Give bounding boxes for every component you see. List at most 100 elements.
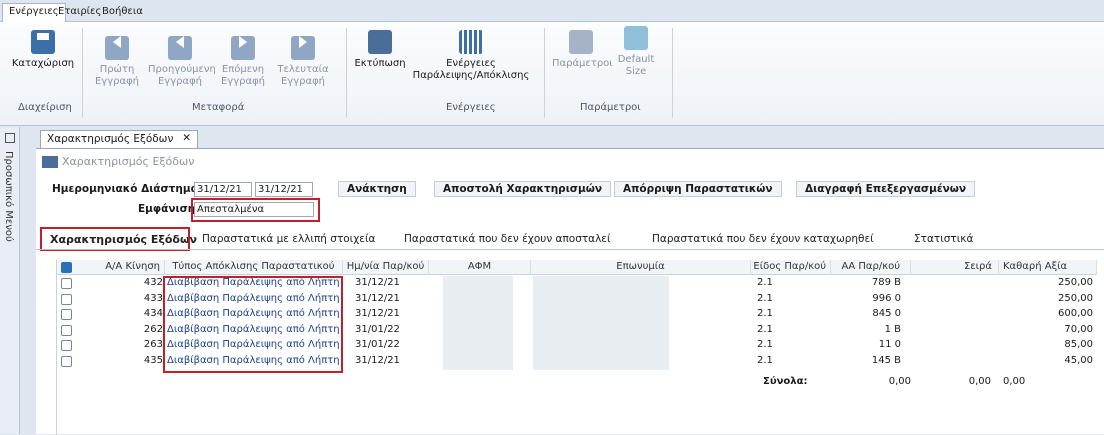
- last-label-1: Τελευταία: [277, 64, 329, 75]
- table-cell: 31/12/21: [355, 277, 400, 288]
- params-label: Παράμετροι: [552, 58, 613, 69]
- table-cell: 2.1: [757, 323, 773, 335]
- totals-label: Σύνολα:: [763, 376, 808, 387]
- grid-icon: [459, 30, 483, 54]
- redacted-vat-column: [443, 276, 513, 370]
- table-cell: 435: [143, 354, 163, 366]
- tab-incomplete-documents[interactable]: Παραστατικά με ελλιπή στοιχεία: [196, 231, 381, 249]
- delete-processed-button[interactable]: Διαγραφή Επεξεργασμένων: [796, 181, 976, 197]
- default-size-label-2: Size: [625, 66, 647, 77]
- group-label-transfer: Μεταφορά: [192, 102, 245, 113]
- close-icon[interactable]: ✕: [182, 132, 191, 144]
- print-label: Εκτύπωση: [354, 58, 406, 69]
- ribbon-tab-help[interactable]: Βοήθεια: [96, 4, 149, 22]
- table-cell: 31/12/21: [355, 354, 400, 366]
- table-cell: 85,00: [1064, 339, 1093, 350]
- main-panel: Χαρακτηρισμός Εξόδων Ημερομηνιακό Διάστη…: [36, 148, 1104, 435]
- previous-icon: [168, 36, 192, 60]
- next-record-button[interactable]: Επόμενη Εγγραφή: [218, 30, 268, 88]
- next-label-2: Εγγραφή: [220, 76, 266, 87]
- first-icon: [105, 36, 129, 60]
- table-cell: 433: [143, 292, 163, 304]
- date-to-input[interactable]: 31/12/21: [255, 182, 313, 197]
- form-title-text: Χαρακτηρισμός Εξόδων: [62, 155, 195, 168]
- tab-not-registered[interactable]: Παραστατικά που δεν έχουν καταχωρηθεί: [646, 231, 880, 249]
- group-label-params: Παράμετροι: [580, 102, 641, 113]
- view-label: Εμφάνιση: [138, 203, 196, 215]
- row-checkbox[interactable]: [61, 309, 72, 320]
- totals-value: 0,00: [968, 376, 991, 387]
- col-header-vat[interactable]: ΑΦΜ: [429, 260, 531, 275]
- totals-value: 0,00: [888, 376, 911, 387]
- col-header-net-value[interactable]: Καθαρή Αξία: [999, 260, 1097, 275]
- reject-documents-button[interactable]: Απόρριψη Παραστατικών: [614, 181, 782, 197]
- prev-label-1: Προηγούμενη: [148, 64, 216, 75]
- row-checkbox[interactable]: [61, 293, 72, 305]
- table-cell: 2.1: [757, 292, 773, 304]
- col-header-doc-date[interactable]: Ημ/νία Παρ/κού: [343, 260, 429, 275]
- table-cell: 434: [143, 308, 163, 319]
- parameters-icon: [569, 30, 593, 54]
- highlight-box: [191, 198, 320, 222]
- document-tab[interactable]: Χαρακτηρισμός Εξόδων ✕: [40, 130, 198, 148]
- row-checkbox[interactable]: [61, 340, 72, 351]
- default-size-button[interactable]: Default Size: [614, 26, 658, 78]
- save-button[interactable]: Καταχώριση: [8, 30, 78, 70]
- table-cell: 250,00: [1058, 292, 1093, 304]
- print-button[interactable]: Εκτύπωση: [352, 30, 408, 70]
- col-header-name[interactable]: Επωνυμία: [531, 260, 751, 275]
- last-icon: [291, 36, 315, 60]
- omission-actions-button[interactable]: Ενέργειες Παράλειψης/Απόκλισης: [412, 30, 530, 82]
- group-label-actions: Ενέργειες: [446, 102, 496, 113]
- highlight-box: [40, 227, 190, 251]
- tab-not-sent[interactable]: Παραστατικά που δεν έχουν αποσταλεί: [398, 231, 617, 249]
- pin-icon[interactable]: [5, 133, 15, 143]
- table-cell: 845 0: [872, 308, 901, 319]
- table-cell: 11 0: [878, 339, 901, 350]
- printer-icon: [368, 30, 392, 54]
- group-label-manage: Διαχείριση: [18, 102, 72, 113]
- date-from-input[interactable]: 31/12/21: [194, 182, 252, 197]
- table-cell: 263: [143, 339, 163, 350]
- save-icon: [31, 30, 55, 54]
- table-cell: 1 B: [884, 323, 901, 335]
- ribbon: Καταχώριση Διαχείριση Πρώτη Εγγραφή Προη…: [0, 22, 1104, 126]
- document-tab-label: Χαρακτηρισμός Εξόδων: [47, 133, 174, 145]
- table-cell: 70,00: [1064, 323, 1093, 335]
- table-cell: 2.1: [757, 277, 773, 288]
- select-all-checkbox[interactable]: [61, 262, 72, 273]
- expenses-grid: Α/Α Κίνηση Τύπος Απόκλισης Παραστατικού …: [56, 260, 1097, 435]
- last-record-button[interactable]: Τελευταία Εγγραφή: [274, 30, 332, 88]
- col-header-movement[interactable]: Α/Α Κίνηση: [79, 260, 165, 275]
- first-record-button[interactable]: Πρώτη Εγγραφή: [92, 30, 142, 88]
- resize-icon: [624, 26, 648, 50]
- default-size-label-1: Default: [617, 54, 655, 65]
- col-header-doc-number[interactable]: ΑΑ Παρ/κού: [831, 260, 911, 275]
- table-cell: 31/01/22: [355, 339, 400, 350]
- col-header-doc-type[interactable]: Είδος Παρ/κού: [751, 260, 831, 275]
- row-checkbox[interactable]: [61, 355, 72, 367]
- ribbon-separator: [82, 28, 83, 118]
- send-characterizations-button[interactable]: Αποστολή Χαρακτηρισμών: [434, 181, 611, 197]
- table-cell: 600,00: [1058, 308, 1093, 319]
- ribbon-tab-bar: Ενέργειες Εταιρίες Βοήθεια: [0, 0, 1104, 23]
- parameters-button[interactable]: Παράμετροι: [552, 30, 613, 70]
- table-cell: 262: [143, 323, 163, 335]
- first-label-2: Εγγραφή: [94, 76, 140, 87]
- app-logo-icon: [42, 156, 58, 168]
- personal-menu-strip[interactable]: Προσωπικό Μενού: [0, 127, 20, 434]
- totals-value: 0,00: [1003, 376, 1026, 387]
- first-label-1: Πρώτη: [99, 64, 135, 75]
- previous-record-button[interactable]: Προηγούμενη Εγγραφή: [148, 30, 216, 88]
- table-cell: 996 0: [872, 292, 901, 304]
- save-label: Καταχώριση: [11, 58, 75, 69]
- col-header-omission-type[interactable]: Τύπος Απόκλισης Παραστατικού: [165, 260, 343, 275]
- prev-label-2: Εγγραφή: [157, 76, 203, 87]
- tab-statistics[interactable]: Στατιστικά: [908, 231, 979, 249]
- retrieve-button[interactable]: Ανάκτηση: [338, 181, 416, 197]
- row-checkbox[interactable]: [61, 278, 72, 289]
- next-label-1: Επόμενη: [221, 64, 265, 75]
- row-checkbox[interactable]: [61, 324, 72, 336]
- col-header-series[interactable]: Σειρά: [911, 260, 999, 275]
- ribbon-separator: [346, 28, 347, 118]
